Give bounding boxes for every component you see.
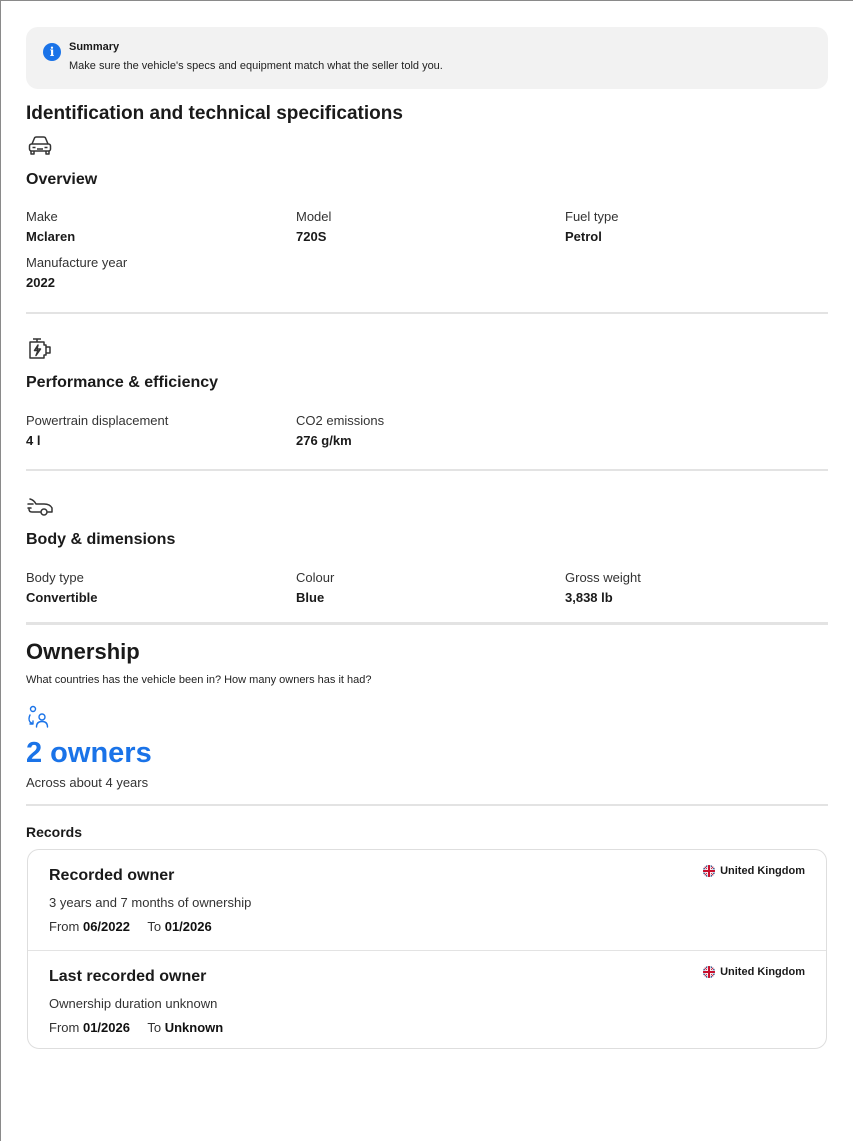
ownership-subtitle: What countries has the vehicle been in? … xyxy=(26,674,372,686)
owners-count: 2 owners xyxy=(26,737,152,769)
spec-value: 2022 xyxy=(26,275,55,290)
spec-value: Convertible xyxy=(26,590,98,605)
spec-label: Make xyxy=(26,209,58,224)
country-name: United Kingdom xyxy=(720,865,805,877)
spec-value: 276 g/km xyxy=(296,433,352,448)
records-list: Recorded owner 3 years and 7 months of o… xyxy=(27,849,827,1049)
ownership-title: Ownership xyxy=(26,639,140,664)
spec-gross-weight: Gross weight 3,838 lb xyxy=(565,570,641,605)
summary-title: Summary xyxy=(69,41,120,53)
to-label: To xyxy=(147,1020,162,1035)
divider xyxy=(26,312,828,314)
spec-value: 720S xyxy=(296,229,327,244)
from-label: From xyxy=(49,1020,80,1035)
vehicle-report: i Summary Make sure the vehicle's specs … xyxy=(26,27,828,1049)
spec-label: Manufacture year xyxy=(26,255,128,270)
spec-value: Mclaren xyxy=(26,229,76,244)
page-title: Identification and technical specificati… xyxy=(26,103,403,124)
country-name: United Kingdom xyxy=(720,966,805,978)
record-title: Last recorded owner xyxy=(49,968,207,985)
info-icon: i xyxy=(43,43,61,61)
record-dates: From 06/2022 To 01/2026 xyxy=(49,919,212,934)
record-dates: From 01/2026 To Unknown xyxy=(49,1020,223,1035)
spec-label: Fuel type xyxy=(565,209,619,224)
from-date: 06/2022 xyxy=(82,919,130,934)
spec-label: Powertrain displacement xyxy=(26,413,169,428)
uk-flag-icon xyxy=(703,865,716,877)
divider xyxy=(26,804,828,806)
spec-displacement: Powertrain displacement 4 l xyxy=(26,413,168,448)
to-date: Unknown xyxy=(164,1020,224,1035)
to-label: To xyxy=(147,919,162,934)
record-country: United Kingdom xyxy=(703,865,805,877)
summary-text: Make sure the vehicle's specs and equipm… xyxy=(69,60,443,72)
spec-label: Body type xyxy=(26,570,84,585)
to-date: 01/2026 xyxy=(164,919,212,934)
spec-value: 4 l xyxy=(26,433,41,448)
spec-body-type: Body type Convertible xyxy=(26,570,98,605)
record-card[interactable]: Last recorded owner Ownership duration u… xyxy=(28,950,826,1051)
overview-title: Overview xyxy=(26,171,98,188)
spec-co2-emissions: CO2 emissions 276 g/km xyxy=(296,413,384,448)
spec-value: Blue xyxy=(296,590,325,605)
spec-manufacture-year: Manufacture year 2022 xyxy=(26,255,127,290)
uk-flag-icon xyxy=(703,966,716,978)
spec-value: Petrol xyxy=(565,229,602,244)
spec-value: 3,838 lb xyxy=(565,590,613,605)
records-label: Records xyxy=(26,824,83,840)
record-duration: Ownership duration unknown xyxy=(49,996,218,1011)
ownership-span: Across about 4 years xyxy=(26,775,149,790)
spec-colour: Colour Blue xyxy=(296,570,334,605)
car-side-icon xyxy=(26,494,56,525)
summary-banner: i Summary Make sure the vehicle's specs … xyxy=(26,27,828,89)
owners-transfer-icon xyxy=(26,705,52,736)
spec-label: Model xyxy=(296,209,332,224)
spec-make: Make Mclaren xyxy=(26,209,75,244)
spec-model: Model 720S xyxy=(296,209,331,244)
from-date: 01/2026 xyxy=(82,1020,130,1035)
record-duration: 3 years and 7 months of ownership xyxy=(49,895,252,910)
from-label: From xyxy=(49,919,80,934)
divider xyxy=(26,469,828,471)
body-title: Body & dimensions xyxy=(26,531,176,548)
performance-title: Performance & efficiency xyxy=(26,374,219,391)
spec-label: CO2 emissions xyxy=(296,413,385,428)
record-country: United Kingdom xyxy=(703,966,805,978)
divider xyxy=(26,622,828,625)
record-card[interactable]: Recorded owner 3 years and 7 months of o… xyxy=(28,850,826,950)
spec-fuel-type: Fuel type Petrol xyxy=(565,209,618,244)
spec-label: Colour xyxy=(296,570,335,585)
spec-label: Gross weight xyxy=(565,570,641,585)
engine-icon xyxy=(26,337,54,368)
car-front-icon xyxy=(26,134,54,163)
record-title: Recorded owner xyxy=(49,867,175,884)
